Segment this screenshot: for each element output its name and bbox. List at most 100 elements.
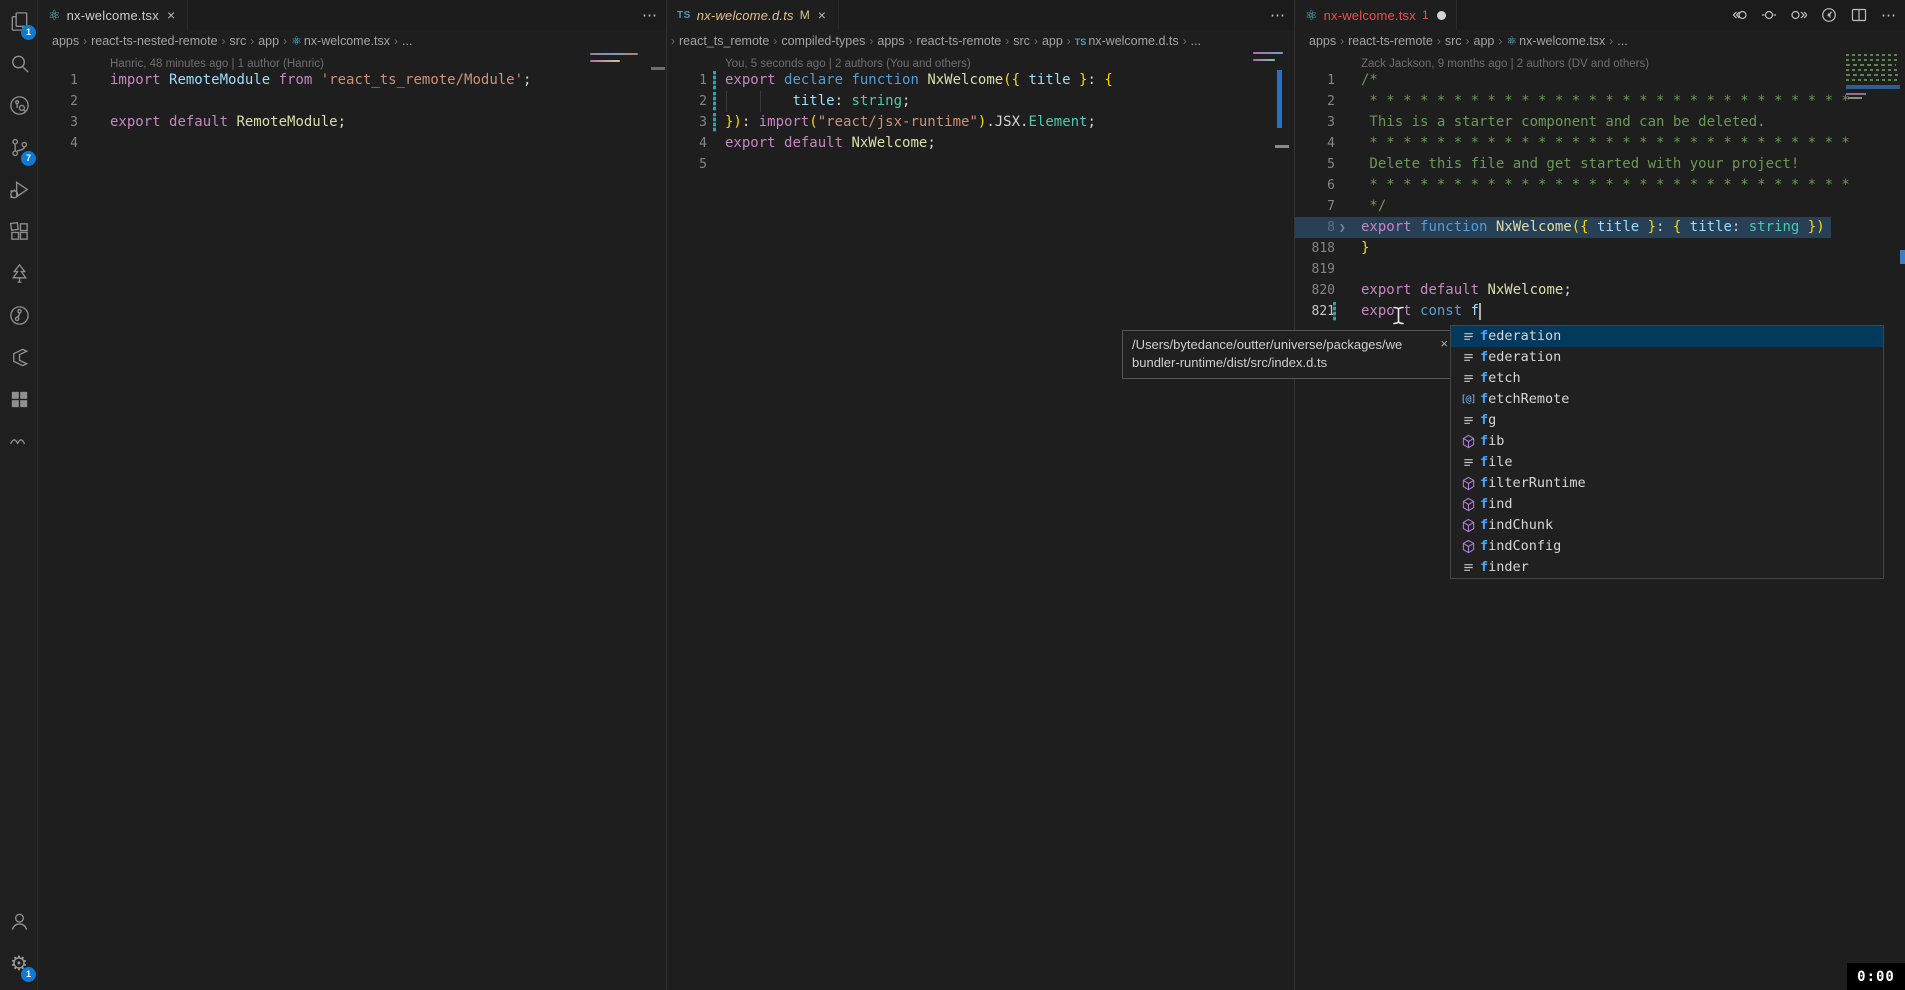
code-editor[interactable]: 1import RemoteModule from 'react_ts_remo…	[38, 70, 666, 154]
code-editor[interactable]: 1/*2 * * * * * * * * * * * * * * * * * *…	[1295, 70, 1905, 322]
suggestion-item[interactable]: findChunk	[1451, 515, 1883, 536]
chevron-right-icon: ›	[1005, 34, 1009, 48]
tab-nx-welcome-tsx[interactable]: ⚛ nx-welcome.tsx ×	[38, 0, 188, 30]
suggestion-item[interactable]: fetch	[1451, 368, 1883, 389]
open-changes-icon[interactable]	[1761, 7, 1777, 23]
grid-view-icon[interactable]	[0, 378, 38, 420]
breadcrumb-item[interactable]: ⚛nx-welcome.tsx	[291, 34, 390, 48]
breadcrumb-item[interactable]: ...	[1617, 34, 1627, 48]
breadcrumb-item[interactable]: src	[230, 34, 247, 48]
scrollbar-decoration[interactable]	[1900, 250, 1905, 264]
suggestion-item[interactable]: fg	[1451, 410, 1883, 431]
squiggle-extension-icon[interactable]	[0, 420, 38, 462]
tree-view-icon[interactable]	[0, 252, 38, 294]
code-line[interactable]: 5	[667, 154, 1294, 175]
tab-nx-welcome-tsx-errors[interactable]: ⚛ nx-welcome.tsx 1	[1295, 0, 1457, 30]
minimap[interactable]	[590, 53, 638, 55]
more-actions-icon[interactable]: ⋯	[1270, 6, 1286, 24]
tab-nx-welcome-dts[interactable]: TS nx-welcome.d.ts M ×	[667, 0, 839, 30]
code-line[interactable]: 5 Delete this file and get started with …	[1295, 154, 1905, 175]
breadcrumb-item[interactable]: app	[1474, 34, 1495, 48]
code-line[interactable]: 6 * * * * * * * * * * * * * * * * * * * …	[1295, 175, 1905, 196]
breadcrumb-item[interactable]: react-ts-remote	[1348, 34, 1433, 48]
next-change-icon[interactable]	[1791, 7, 1807, 23]
breadcrumb-item[interactable]: react-ts-remote	[917, 34, 1002, 48]
explorer-icon[interactable]: 1	[0, 0, 38, 42]
settings-gear-icon[interactable]: ⚙1	[0, 942, 38, 984]
run-debug-icon[interactable]	[0, 168, 38, 210]
breadcrumb-item[interactable]: TSnx-welcome.d.ts	[1075, 34, 1179, 48]
symbol-method-icon	[1458, 434, 1478, 449]
breadcrumb-item[interactable]: apps	[52, 34, 79, 48]
code-editor[interactable]: 1export declare function NxWelcome({ tit…	[667, 70, 1294, 175]
suggestion-item[interactable]: filterRuntime	[1451, 473, 1883, 494]
breadcrumb-item[interactable]: src	[1445, 34, 1462, 48]
split-editor-icon[interactable]	[1851, 7, 1867, 23]
breadcrumb-item[interactable]: apps	[1309, 34, 1336, 48]
code-line[interactable]: 4export default NxWelcome;	[667, 133, 1294, 154]
code-line[interactable]: 2 title: string;	[667, 91, 1294, 112]
suggestion-item[interactable]: [@]fetchRemote	[1451, 389, 1883, 410]
code-line[interactable]: 3}): import("react/jsx-runtime").JSX.Ele…	[667, 112, 1294, 133]
breadcrumb-item[interactable]: app	[1042, 34, 1063, 48]
extensions-icon[interactable]	[0, 210, 38, 252]
suggestion-item[interactable]: federation	[1451, 326, 1883, 347]
suggestion-item[interactable]: find	[1451, 494, 1883, 515]
code-line[interactable]: 4 * * * * * * * * * * * * * * * * * * * …	[1295, 133, 1905, 154]
breadcrumb-item[interactable]: ...	[1191, 34, 1201, 48]
breadcrumb-item[interactable]: react-ts-nested-remote	[91, 34, 217, 48]
code-line[interactable]: 1import RemoteModule from 'react_ts_remo…	[38, 70, 666, 91]
breadcrumb-item[interactable]: react_ts_remote	[679, 34, 769, 48]
source-control-icon[interactable]: 7	[0, 126, 38, 168]
gitlens-icon[interactable]	[0, 294, 38, 336]
close-icon[interactable]: ×	[165, 7, 177, 23]
file-history-icon[interactable]	[1821, 7, 1837, 23]
git-blame-codelens[interactable]: Hanric, 48 minutes ago | 1 author (Hanri…	[38, 52, 666, 70]
react-file-icon: ⚛	[48, 7, 61, 24]
suggest-widget: federationfederationfetch[@]fetchRemotef…	[1450, 325, 1884, 579]
close-icon[interactable]: ×	[816, 7, 828, 23]
dirty-indicator-icon[interactable]	[1437, 11, 1446, 20]
accounts-icon[interactable]	[0, 900, 38, 942]
code-line[interactable]: 1/*	[1295, 70, 1905, 91]
code-line[interactable]: 819	[1295, 259, 1905, 280]
suggestion-item[interactable]: finder	[1451, 557, 1883, 578]
minimap[interactable]	[1253, 59, 1275, 61]
suggestion-item[interactable]: federation	[1451, 347, 1883, 368]
code-line[interactable]: 4	[38, 133, 666, 154]
activity-bar: 1 7 ⚙1	[0, 0, 38, 990]
git-blame-codelens[interactable]: Zack Jackson, 9 months ago | 2 authors (…	[1295, 52, 1905, 70]
custom-extension-icon[interactable]	[0, 336, 38, 378]
breadcrumb-item[interactable]: app	[258, 34, 279, 48]
git-blame-codelens[interactable]: You, 5 seconds ago | 2 authors (You and …	[667, 52, 1294, 70]
previous-change-icon[interactable]	[1731, 7, 1747, 23]
gitlens-inspect-icon[interactable]	[0, 84, 38, 126]
code-line[interactable]: 8❯export function NxWelcome({ title }: {…	[1295, 217, 1905, 238]
react-file-icon: ⚛	[1506, 34, 1517, 48]
code-line[interactable]: 7 */	[1295, 196, 1905, 217]
more-actions-icon[interactable]: ⋯	[1881, 6, 1897, 24]
breadcrumb-item[interactable]: ...	[402, 34, 412, 48]
code-line[interactable]: 821export const f	[1295, 301, 1905, 322]
close-icon[interactable]: ×	[1440, 335, 1448, 353]
suggestion-item[interactable]: fib	[1451, 431, 1883, 452]
code-line[interactable]: 820export default NxWelcome;	[1295, 280, 1905, 301]
suggestion-item[interactable]: findConfig	[1451, 536, 1883, 557]
code-line[interactable]: 2 * * * * * * * * * * * * * * * * * * * …	[1295, 91, 1905, 112]
code-line[interactable]: 818}	[1295, 238, 1905, 259]
breadcrumb-item[interactable]: compiled-types	[781, 34, 865, 48]
problems-badge: 1	[1422, 8, 1429, 22]
code-line[interactable]: 3export default RemoteModule;	[38, 112, 666, 133]
more-actions-icon[interactable]: ⋯	[642, 6, 658, 24]
minimap[interactable]	[590, 60, 620, 62]
code-line[interactable]: 3 This is a starter component and can be…	[1295, 112, 1905, 133]
text-cursor	[1479, 303, 1481, 320]
minimap[interactable]	[1253, 52, 1283, 54]
breadcrumb-item[interactable]: apps	[877, 34, 904, 48]
suggestion-item[interactable]: file	[1451, 452, 1883, 473]
breadcrumb-item[interactable]: ⚛nx-welcome.tsx	[1506, 34, 1605, 48]
search-icon[interactable]	[0, 42, 38, 84]
code-line[interactable]: 1export declare function NxWelcome({ tit…	[667, 70, 1294, 91]
code-line[interactable]: 2	[38, 91, 666, 112]
breadcrumb-item[interactable]: src	[1013, 34, 1030, 48]
